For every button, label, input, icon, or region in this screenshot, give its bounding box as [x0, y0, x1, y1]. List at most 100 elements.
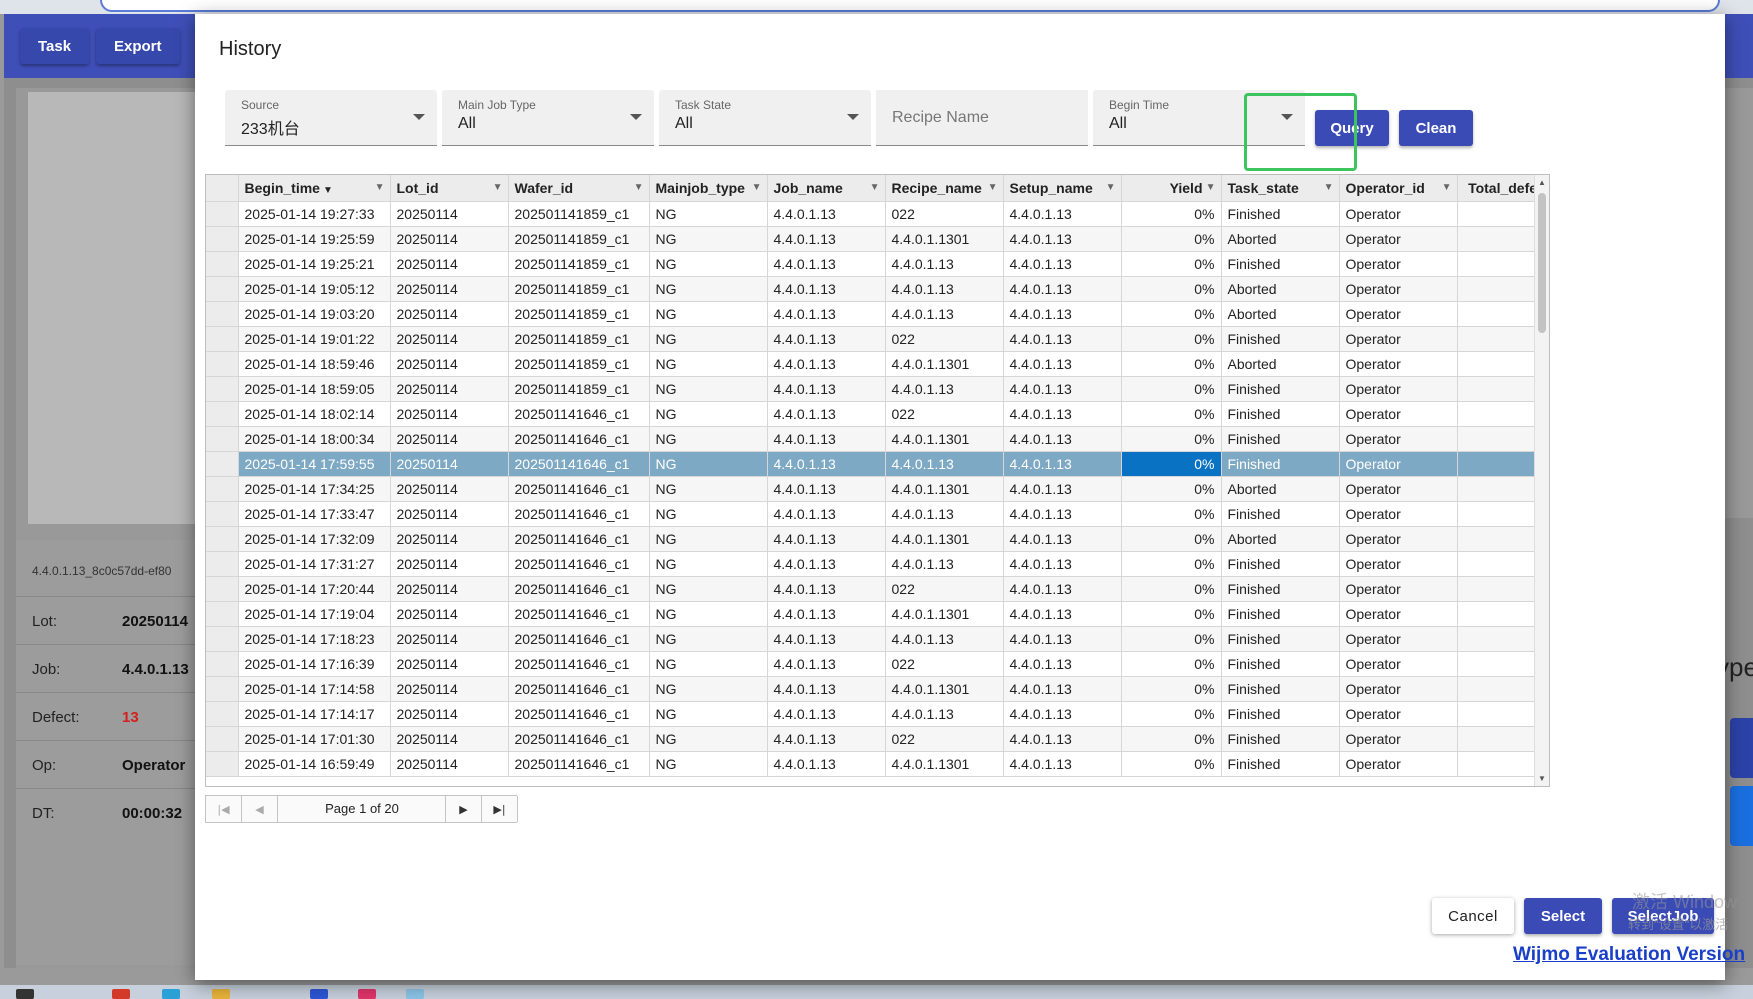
table-cell[interactable]: 2025-01-14 17:18:23 [238, 626, 391, 652]
table-cell[interactable]: NG [649, 601, 768, 627]
table-cell[interactable]: 4.4.0.1.13 [1003, 726, 1122, 752]
table-cell[interactable]: 0% [1121, 726, 1222, 752]
table-cell[interactable]: 20250114 [390, 601, 509, 627]
table-cell[interactable]: NG [649, 426, 768, 452]
column-header[interactable]: Setup_name ▼ [1003, 175, 1122, 202]
table-cell[interactable]: 4.4.0.1.1301 [885, 476, 1004, 502]
table-cell[interactable]: 202501141646_c1 [508, 451, 650, 477]
table-cell[interactable]: 4.4.0.1.13 [767, 451, 886, 477]
table-cell[interactable]: NG [649, 551, 768, 577]
table-cell[interactable]: Aborted [1221, 476, 1340, 502]
row-header-cell[interactable] [206, 201, 239, 227]
table-cell[interactable]: 4.4.0.1.13 [767, 626, 886, 652]
table-cell[interactable]: Finished [1221, 551, 1340, 577]
table-cell[interactable]: 2025-01-14 19:25:21 [238, 251, 391, 277]
table-cell[interactable]: 4.4.0.1.13 [767, 551, 886, 577]
table-cell[interactable]: Finished [1221, 251, 1340, 277]
table-cell[interactable]: 0% [1121, 301, 1222, 327]
history-grid[interactable]: Begin_time ▼ ▼ Lot_id ▼ Wafer_id ▼ Mainjob_type… [205, 174, 1550, 787]
table-cell[interactable]: 4.4.0.1.13 [767, 701, 886, 727]
table-cell[interactable]: 20250114 [390, 351, 509, 377]
table-cell[interactable]: 2025-01-14 19:25:59 [238, 226, 391, 252]
table-cell[interactable]: 4.4.0.1.13 [885, 451, 1004, 477]
table-cell[interactable]: Finished [1221, 401, 1340, 427]
table-cell[interactable]: 4.4.0.1.13 [885, 701, 1004, 727]
row-header-cell[interactable] [206, 601, 239, 627]
row-header-cell[interactable] [206, 751, 239, 777]
table-cell[interactable]: NG [649, 576, 768, 602]
table-cell[interactable]: NG [649, 301, 768, 327]
table-cell[interactable]: 4.4.0.1.13 [767, 251, 886, 277]
row-header-cell[interactable] [206, 501, 239, 527]
row-header-cell[interactable] [206, 326, 239, 352]
table-cell[interactable]: 0% [1121, 401, 1222, 427]
table-cell[interactable]: 0% [1121, 676, 1222, 702]
table-cell[interactable]: Operator [1339, 401, 1458, 427]
table-cell[interactable]: 202501141646_c1 [508, 401, 650, 427]
table-cell[interactable]: 20250114 [390, 676, 509, 702]
table-cell[interactable]: 0% [1121, 651, 1222, 677]
table-cell[interactable]: 022 [885, 651, 1004, 677]
table-cell[interactable]: 4.4.0.1.13 [1003, 626, 1122, 652]
table-cell[interactable]: 0% [1121, 751, 1222, 777]
right-side-button[interactable] [1730, 786, 1753, 846]
table-cell[interactable]: 2025-01-14 19:01:22 [238, 326, 391, 352]
row-header-cell[interactable] [206, 526, 239, 552]
table-cell[interactable]: 4.4.0.1.13 [767, 326, 886, 352]
table-cell[interactable]: 0% [1121, 501, 1222, 527]
table-cell[interactable]: 0% [1121, 226, 1222, 252]
table-cell[interactable]: 4.4.0.1.13 [1003, 326, 1122, 352]
table-cell[interactable]: 202501141859_c1 [508, 326, 650, 352]
table-cell[interactable]: Operator [1339, 526, 1458, 552]
table-cell[interactable]: 20250114 [390, 276, 509, 302]
table-cell[interactable]: Operator [1339, 276, 1458, 302]
taskbar-app-icon[interactable] [162, 989, 180, 999]
table-cell[interactable]: NG [649, 526, 768, 552]
table-cell[interactable]: 4.4.0.1.13 [1003, 701, 1122, 727]
column-header[interactable]: Task_state ▼ [1221, 175, 1340, 202]
wijmo-evaluation-link[interactable]: Wijmo Evaluation Version [1513, 944, 1745, 966]
taskbar-app-icon[interactable] [310, 989, 328, 999]
column-filter-icon[interactable]: ▼ [870, 182, 880, 193]
table-cell[interactable]: 2025-01-14 16:59:49 [238, 751, 391, 777]
row-header-cell[interactable] [206, 351, 239, 377]
table-cell[interactable]: 2025-01-14 17:14:17 [238, 701, 391, 727]
table-cell[interactable]: 0% [1121, 351, 1222, 377]
table-cell[interactable]: 4.4.0.1.13 [885, 251, 1004, 277]
table-cell[interactable]: 4.4.0.1.13 [767, 376, 886, 402]
table-row[interactable]: 2025-01-14 17:34:25 20250114 202501141646_… [206, 476, 1549, 502]
table-row[interactable]: 2025-01-14 19:25:21 20250114 202501141859_… [206, 251, 1549, 277]
table-cell[interactable]: Operator [1339, 251, 1458, 277]
row-header-cell[interactable] [206, 451, 239, 477]
table-row[interactable]: 2025-01-14 19:25:59 20250114 202501141859_… [206, 226, 1549, 252]
table-cell[interactable]: 0% [1121, 476, 1222, 502]
table-cell[interactable]: NG [649, 451, 768, 477]
table-cell[interactable]: 022 [885, 326, 1004, 352]
select-button[interactable]: Select [1524, 898, 1602, 934]
table-cell[interactable]: 4.4.0.1.13 [767, 601, 886, 627]
table-cell[interactable]: 2025-01-14 18:59:46 [238, 351, 391, 377]
row-header-cell[interactable] [206, 726, 239, 752]
table-cell[interactable]: Operator [1339, 326, 1458, 352]
table-cell[interactable]: 4.4.0.1.13 [767, 751, 886, 777]
table-cell[interactable]: Finished [1221, 676, 1340, 702]
table-cell[interactable]: 2025-01-14 17:31:27 [238, 551, 391, 577]
table-cell[interactable]: 202501141859_c1 [508, 201, 650, 227]
table-cell[interactable]: 4.4.0.1.13 [1003, 651, 1122, 677]
right-side-button[interactable] [1730, 718, 1753, 778]
table-cell[interactable]: 4.4.0.1.13 [767, 651, 886, 677]
table-row[interactable]: 2025-01-14 17:59:55 20250114 202501141646_… [206, 451, 1549, 477]
table-cell[interactable]: 0% [1121, 376, 1222, 402]
table-cell[interactable]: 4.4.0.1.13 [1003, 576, 1122, 602]
table-cell[interactable]: 4.4.0.1.13 [767, 576, 886, 602]
row-header-cell[interactable] [206, 301, 239, 327]
scroll-down-icon[interactable]: ▼ [1538, 774, 1546, 783]
first-page-icon[interactable]: |◀ [206, 796, 242, 822]
table-row[interactable]: 2025-01-14 17:16:39 20250114 202501141646_… [206, 651, 1549, 677]
table-cell[interactable]: 2025-01-14 17:16:39 [238, 651, 391, 677]
table-cell[interactable]: 2025-01-14 18:00:34 [238, 426, 391, 452]
table-cell[interactable]: Operator [1339, 651, 1458, 677]
table-cell[interactable]: NG [649, 651, 768, 677]
table-cell[interactable]: 20250114 [390, 326, 509, 352]
browser-address-bar[interactable] [100, 0, 1720, 12]
